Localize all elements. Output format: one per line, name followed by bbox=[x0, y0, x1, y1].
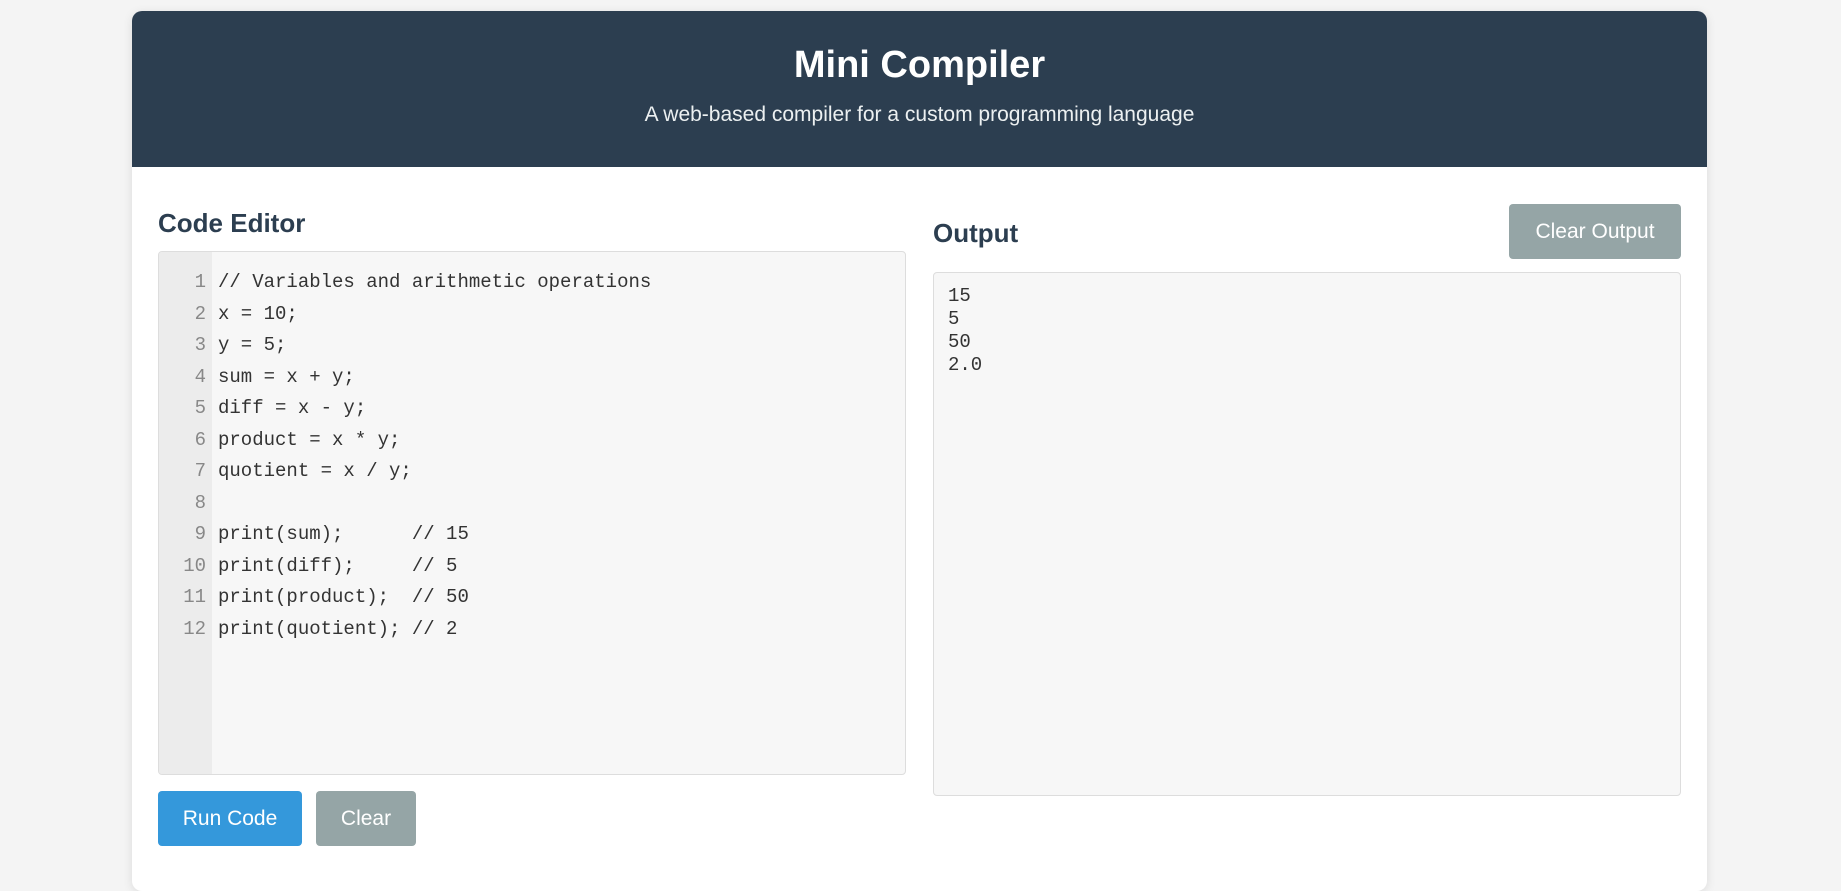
code-line[interactable] bbox=[218, 488, 901, 520]
line-number-gutter: 1 2 3 4 5 6 7 8 9 10 11 12 bbox=[159, 252, 212, 774]
output-line: 2.0 bbox=[948, 354, 983, 376]
line-number: 1 bbox=[194, 271, 206, 293]
output-heading: Output bbox=[933, 218, 1019, 248]
run-code-button[interactable]: Run Code bbox=[158, 791, 302, 846]
page-subtitle: A web-based compiler for a custom progra… bbox=[644, 103, 1195, 126]
line-number: 7 bbox=[194, 460, 206, 482]
output-console: 15 5 50 2.0 bbox=[933, 272, 1681, 796]
line-number: 11 bbox=[183, 586, 206, 608]
page-title: Mini Compiler bbox=[793, 44, 1046, 86]
code-line[interactable]: diff = x - y; bbox=[218, 393, 901, 425]
code-line[interactable]: product = x * y; bbox=[218, 425, 901, 457]
line-number: 2 bbox=[194, 302, 206, 325]
line-number: 10 bbox=[183, 554, 206, 577]
line-number: 5 bbox=[194, 397, 206, 419]
code-editor[interactable]: 1 2 3 4 5 6 7 8 9 10 11 12 // Variables … bbox=[158, 251, 906, 775]
line-number: 3 bbox=[194, 334, 206, 356]
line-number: 6 bbox=[194, 428, 206, 451]
code-area[interactable]: // Variables and arithmetic operations x… bbox=[218, 267, 901, 645]
line-number: 8 bbox=[194, 491, 206, 514]
clear-output-button[interactable]: Clear Output bbox=[1509, 204, 1681, 259]
code-line[interactable]: print(sum); // 15 bbox=[218, 519, 901, 551]
line-number: 12 bbox=[183, 617, 206, 640]
clear-button[interactable]: Clear bbox=[316, 791, 416, 846]
code-line[interactable]: quotient = x / y; bbox=[218, 456, 901, 488]
output-line: 15 bbox=[948, 285, 971, 307]
header: Mini Compiler A web-based compiler for a… bbox=[132, 11, 1707, 167]
code-line[interactable]: print(quotient); // 2 bbox=[218, 614, 901, 646]
code-line[interactable]: print(product); // 50 bbox=[218, 582, 901, 614]
output-line: 50 bbox=[948, 331, 971, 353]
code-line[interactable]: x = 10; bbox=[218, 299, 901, 331]
output-line: 5 bbox=[948, 308, 960, 330]
line-number: 9 bbox=[194, 523, 206, 545]
line-number: 4 bbox=[194, 365, 206, 388]
code-line[interactable]: print(diff); // 5 bbox=[218, 551, 901, 583]
app-container: Mini Compiler A web-based compiler for a… bbox=[132, 11, 1707, 891]
editor-heading: Code Editor bbox=[158, 208, 306, 238]
code-line[interactable]: y = 5; bbox=[218, 330, 901, 362]
code-line[interactable]: sum = x + y; bbox=[218, 362, 901, 394]
code-line[interactable]: // Variables and arithmetic operations bbox=[218, 267, 901, 299]
